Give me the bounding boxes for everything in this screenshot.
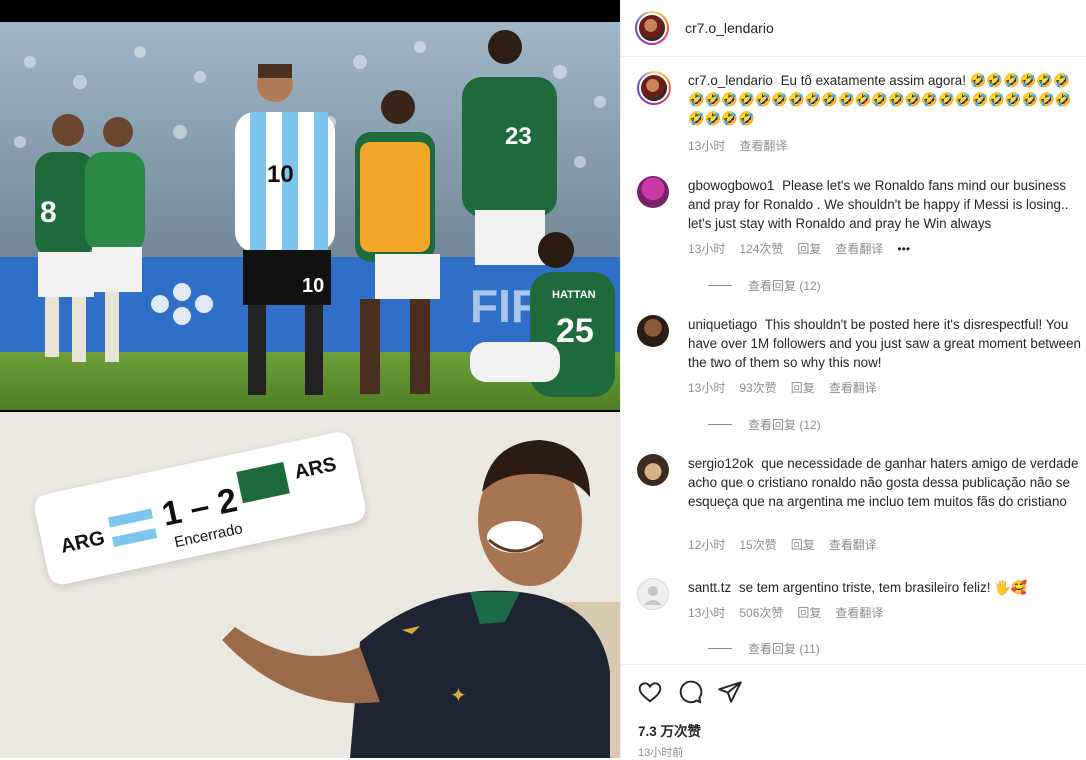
comment-item: sergio12ok que necessidade de ganhar hat… [637,454,1078,554]
translate-link[interactable]: 查看翻译 [835,604,883,621]
view-replies-label: 查看回复 (12) [748,418,821,432]
svg-text:FIF: FIF [470,280,539,332]
post-media[interactable]: FIF 8 10 10 23 HATTAN 25 ✦ ARG 1 – 2 ARS… [0,0,620,758]
like-heart-icon[interactable] [637,679,663,710]
comment-time: 13小时 [688,606,726,620]
reply-button[interactable]: 回复 [791,536,815,553]
likes-count[interactable]: 7.3 万次赞 [638,720,701,740]
replies-divider [708,424,732,425]
translate-link[interactable]: 查看翻译 [835,240,883,257]
team-right: ARS [292,453,339,484]
view-replies-label: 查看回复 (12) [748,279,821,293]
comment-username[interactable]: sergio12ok [688,456,754,471]
stadium-photo: FIF 8 10 10 23 HATTAN 25 [0,22,620,410]
default-avatar-icon[interactable] [637,578,669,610]
replies-divider [708,648,732,649]
comment-time: 13小时 [688,381,726,395]
reply-button[interactable]: 回复 [791,379,815,396]
post-header: cr7.o_lendario [621,0,1086,57]
author-avatar[interactable] [635,11,669,45]
comment-avatar[interactable] [637,454,669,486]
caption: cr7.o_lendario Eu tô exatamente assim ag… [637,71,1077,161]
messi-jersey-number: 10 [267,161,294,188]
translate-link[interactable]: 查看翻译 [829,379,877,396]
view-replies-button[interactable]: 查看回复 (12) [708,277,821,294]
comment-avatar[interactable] [637,315,669,347]
translate-link[interactable]: 查看翻译 [829,536,877,553]
comment-item: santt.tz se tem argentino triste, tem br… [637,578,1077,664]
comment-likes[interactable]: 506次赞 [739,604,783,621]
svg-text:✦: ✦ [450,685,467,707]
saudi-23-number: 23 [505,123,532,150]
caption-time: 13小时 [688,139,726,153]
svg-text:8: 8 [40,196,57,229]
comment-item: gbowogbowo1 Please let's we Ronaldo fans… [637,176,1077,296]
comment-likes[interactable]: 93次赞 [739,379,776,396]
caption-avatar[interactable] [637,71,671,105]
comment-likes[interactable]: 15次赞 [739,536,776,553]
view-replies-button[interactable]: 查看回复 (12) [708,416,821,433]
comment-username[interactable]: santt.tz [688,580,731,595]
post-panel: cr7.o_lendario cr7.o_lendario Eu tô exat… [620,0,1086,759]
comment-username[interactable]: gbowogbowo1 [688,178,774,193]
comment-username[interactable]: uniquetiago [688,317,757,332]
comment-bubble-icon[interactable] [677,679,703,710]
saudi-flag-icon [236,462,290,504]
comment-time: 12小时 [688,538,726,552]
comment-time: 13小时 [688,242,726,256]
team-left: ARG [58,527,107,558]
view-replies-label: 查看回复 (11) [748,642,820,656]
reply-button[interactable]: 回复 [797,240,821,257]
saudi-25-name: HATTAN [552,289,596,301]
reply-button[interactable]: 回复 [797,604,821,621]
author-username[interactable]: cr7.o_lendario [685,20,774,36]
comments-list[interactable]: cr7.o_lendario Eu tô exatamente assim ag… [621,57,1086,664]
post-footer: 7.3 万次赞 13小时前 [621,664,1086,759]
replies-divider [708,285,732,286]
argentina-flag-icon [107,508,158,548]
share-send-icon[interactable] [717,679,743,710]
comment-item: uniquetiago This shouldn't be posted her… [637,315,1081,435]
comment-text: se tem argentino triste, tem brasileiro … [738,580,1028,595]
svg-text:10: 10 [302,275,324,297]
more-options-icon[interactable]: ••• [897,242,910,256]
comment-likes[interactable]: 124次赞 [739,240,783,257]
saudi-25-number: 25 [556,312,594,350]
view-replies-button[interactable]: 查看回复 (11) [708,640,820,657]
comment-avatar[interactable] [637,176,669,208]
caption-translate-link[interactable]: 查看翻译 [739,137,787,154]
caption-username[interactable]: cr7.o_lendario [688,73,773,88]
